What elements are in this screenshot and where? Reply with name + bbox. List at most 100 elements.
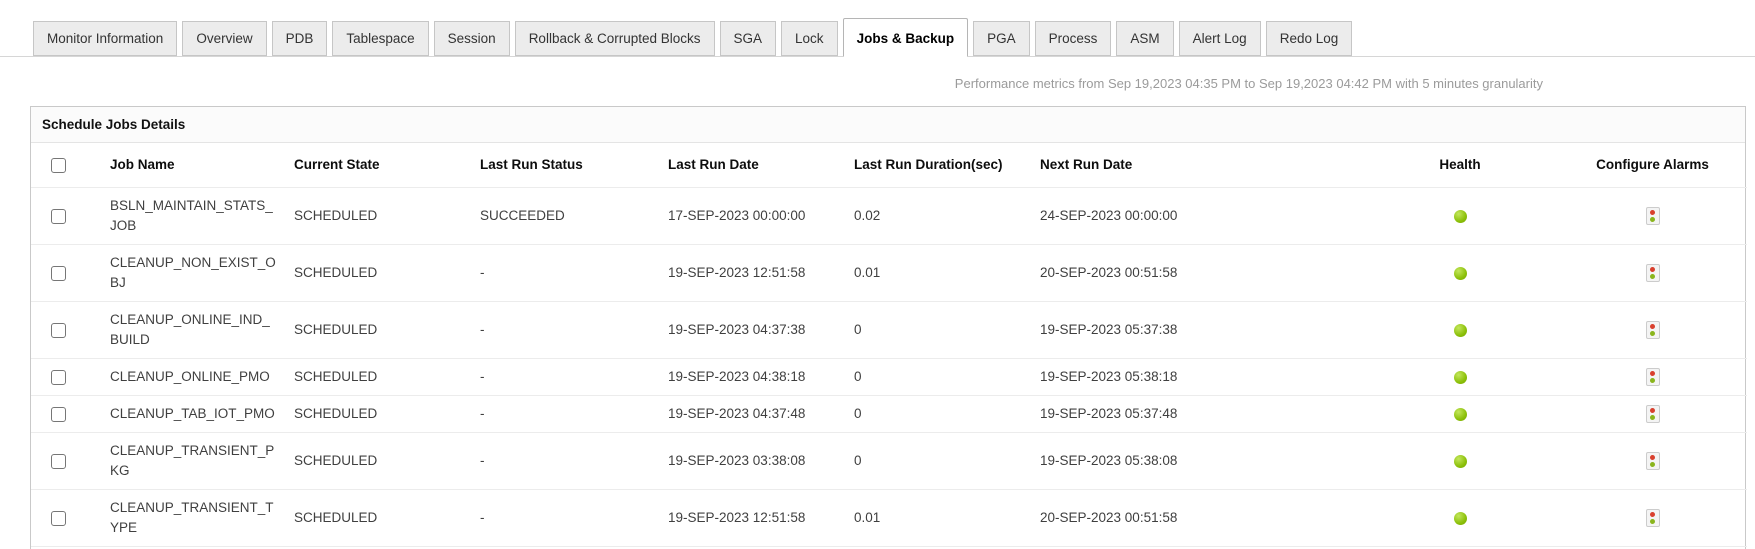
column-header-last-run-date: Last Run Date <box>660 143 846 188</box>
configure-alarms-icon[interactable] <box>1646 405 1660 423</box>
monitor-tabbar: Monitor InformationOverviewPDBTablespace… <box>0 0 1755 57</box>
row-select-cell <box>31 433 86 490</box>
last-run-duration-cell: 0 <box>846 359 1032 396</box>
schedule-jobs-panel: Schedule Jobs Details Job Name Current S… <box>30 106 1746 549</box>
configure-alarms-icon[interactable] <box>1646 368 1660 386</box>
alarm-red-dot <box>1650 210 1655 215</box>
health-ok-icon[interactable] <box>1454 324 1467 337</box>
next-run-date-cell: 20-SEP-2023 00:51:58 <box>1032 245 1362 302</box>
configure-alarms-icon[interactable] <box>1646 452 1660 470</box>
table-header-row: Job Name Current State Last Run Status L… <box>31 143 1747 188</box>
tab-asm[interactable]: ASM <box>1116 21 1173 56</box>
tab-pga[interactable]: PGA <box>973 21 1030 56</box>
alarm-green-dot <box>1650 378 1655 383</box>
last-run-duration-cell: 0 <box>846 433 1032 490</box>
row-checkbox[interactable] <box>51 511 66 526</box>
current-state-cell: SCHEDULED <box>286 490 472 547</box>
alarm-red-dot <box>1650 455 1655 460</box>
current-state-cell: SCHEDULED <box>286 245 472 302</box>
health-cell <box>1362 433 1558 490</box>
job-name-cell: CLEANUP_TAB_IOT_PMO <box>86 396 286 433</box>
row-checkbox[interactable] <box>51 209 66 224</box>
alarm-green-dot <box>1650 415 1655 420</box>
tab-tablespace[interactable]: Tablespace <box>332 21 428 56</box>
row-select-cell <box>31 245 86 302</box>
tab-monitor-information[interactable]: Monitor Information <box>33 21 177 56</box>
job-name-cell: CLEANUP_NON_EXIST_OBJ <box>86 245 286 302</box>
health-ok-icon[interactable] <box>1454 408 1467 421</box>
job-name-cell: CLEANUP_TRANSIENT_PKG <box>86 433 286 490</box>
last-run-duration-cell: 0 <box>846 396 1032 433</box>
job-row: BSLN_MAINTAIN_STATS_JOBSCHEDULEDSUCCEEDE… <box>31 188 1747 245</box>
last-run-status-cell: - <box>472 359 660 396</box>
alarm-red-dot <box>1650 408 1655 413</box>
job-row: CLEANUP_ONLINE_PMOSCHEDULED-19-SEP-2023 … <box>31 359 1747 396</box>
tab-process[interactable]: Process <box>1035 21 1112 56</box>
last-run-date-cell: 19-SEP-2023 12:51:58 <box>660 490 846 547</box>
tab-overview[interactable]: Overview <box>182 21 266 56</box>
current-state-cell: SCHEDULED <box>286 359 472 396</box>
alarm-green-dot <box>1650 519 1655 524</box>
health-ok-icon[interactable] <box>1454 371 1467 384</box>
configure-alarms-icon[interactable] <box>1646 264 1660 282</box>
row-checkbox[interactable] <box>51 407 66 422</box>
tab-alert-log[interactable]: Alert Log <box>1179 21 1261 56</box>
configure-alarms-cell <box>1558 490 1747 547</box>
current-state-cell: SCHEDULED <box>286 188 472 245</box>
row-checkbox[interactable] <box>51 266 66 281</box>
select-all-checkbox[interactable] <box>51 158 66 173</box>
job-row: CLEANUP_TRANSIENT_TYPESCHEDULED-19-SEP-2… <box>31 490 1747 547</box>
health-cell <box>1362 396 1558 433</box>
health-ok-icon[interactable] <box>1454 267 1467 280</box>
configure-alarms-cell <box>1558 245 1747 302</box>
last-run-status-cell: - <box>472 396 660 433</box>
tab-rollback-corrupted-blocks[interactable]: Rollback & Corrupted Blocks <box>515 21 715 56</box>
last-run-date-cell: 19-SEP-2023 04:38:18 <box>660 359 846 396</box>
alarm-red-dot <box>1650 371 1655 376</box>
last-run-date-cell: 19-SEP-2023 04:37:38 <box>660 302 846 359</box>
column-header-last-run-duration: Last Run Duration(sec) <box>846 143 1032 188</box>
column-header-next-run-date: Next Run Date <box>1032 143 1362 188</box>
next-run-date-cell: 19-SEP-2023 05:38:08 <box>1032 433 1362 490</box>
health-cell <box>1362 359 1558 396</box>
last-run-duration-cell: 0.01 <box>846 245 1032 302</box>
tab-sga[interactable]: SGA <box>720 21 777 56</box>
tab-jobs-backup[interactable]: Jobs & Backup <box>843 18 969 57</box>
health-ok-icon[interactable] <box>1454 455 1467 468</box>
next-run-date-cell: 19-SEP-2023 05:37:38 <box>1032 302 1362 359</box>
job-row: CLEANUP_TAB_IOT_PMOSCHEDULED- 19-SEP-2023… <box>31 396 1747 433</box>
row-checkbox[interactable] <box>51 454 66 469</box>
configure-alarms-icon[interactable] <box>1646 509 1660 527</box>
row-checkbox[interactable] <box>51 323 66 338</box>
column-header-last-run-status: Last Run Status <box>472 143 660 188</box>
last-run-status-cell: - <box>472 245 660 302</box>
health-ok-icon[interactable] <box>1454 512 1467 525</box>
configure-alarms-cell <box>1558 433 1747 490</box>
configure-alarms-icon[interactable] <box>1646 321 1660 339</box>
schedule-jobs-table: Job Name Current State Last Run Status L… <box>31 143 1747 549</box>
alarm-green-dot <box>1650 274 1655 279</box>
last-run-duration-cell: 0.02 <box>846 188 1032 245</box>
job-name-cell: BSLN_MAINTAIN_STATS_JOB <box>86 188 286 245</box>
last-run-date-cell: 17-SEP-2023 00:00:00 <box>660 188 846 245</box>
alarm-green-dot <box>1650 331 1655 336</box>
configure-alarms-icon[interactable] <box>1646 207 1660 225</box>
next-run-date-cell: 19-SEP-2023 05:37:48 <box>1032 396 1362 433</box>
health-ok-icon[interactable] <box>1454 210 1467 223</box>
tab-lock[interactable]: Lock <box>781 21 838 56</box>
column-header-health: Health <box>1362 143 1558 188</box>
next-run-date-cell: 19-SEP-2023 05:38:18 <box>1032 359 1362 396</box>
row-select-cell <box>31 359 86 396</box>
configure-alarms-cell <box>1558 302 1747 359</box>
row-checkbox[interactable] <box>51 370 66 385</box>
next-run-date-cell: 20-SEP-2023 00:51:58 <box>1032 490 1362 547</box>
tab-redo-log[interactable]: Redo Log <box>1266 21 1353 56</box>
alarm-green-dot <box>1650 217 1655 222</box>
job-row: CLEANUP_TRANSIENT_PKGSCHEDULED-19-SEP-20… <box>31 433 1747 490</box>
health-cell <box>1362 302 1558 359</box>
last-run-date-cell: 19-SEP-2023 03:38:08 <box>660 433 846 490</box>
current-state-cell: SCHEDULED <box>286 396 472 433</box>
row-select-cell <box>31 490 86 547</box>
tab-session[interactable]: Session <box>434 21 510 56</box>
tab-pdb[interactable]: PDB <box>272 21 328 56</box>
